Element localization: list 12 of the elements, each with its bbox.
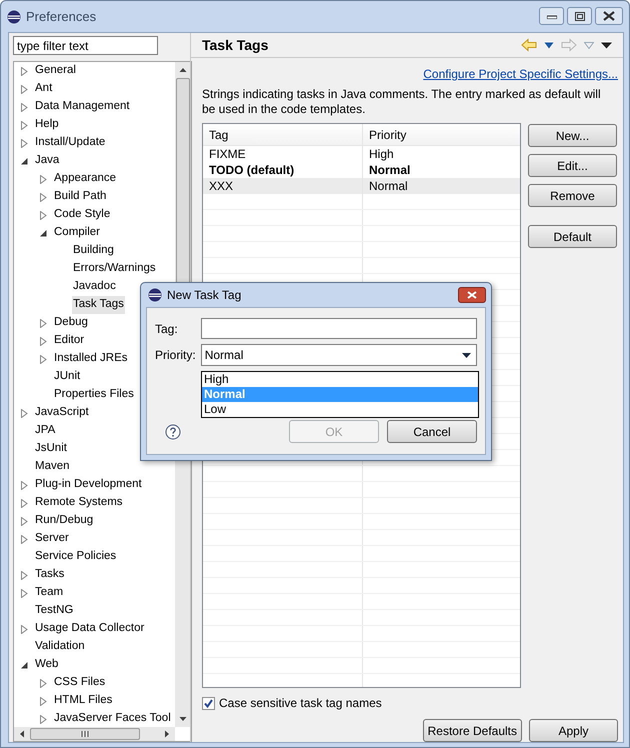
table-cell-text: Normal [368, 162, 412, 178]
table-cell: XXX [203, 178, 363, 194]
window-title: Preferences [26, 8, 96, 26]
priority-label: Priority: [155, 347, 197, 364]
table-cell-text: Normal [368, 178, 409, 194]
table-cell: FIXME [203, 146, 363, 162]
tag-label: Tag: [155, 320, 179, 338]
page-title: Task Tags [202, 36, 268, 55]
dialog-title: New Task Tag [167, 287, 242, 304]
description-text: Strings indicating tasks in Java comments. The entry marked as default will be used in the code templates. [202, 87, 602, 117]
dropdown-value: Normal [204, 347, 244, 364]
table-cell-text: High [368, 146, 395, 162]
